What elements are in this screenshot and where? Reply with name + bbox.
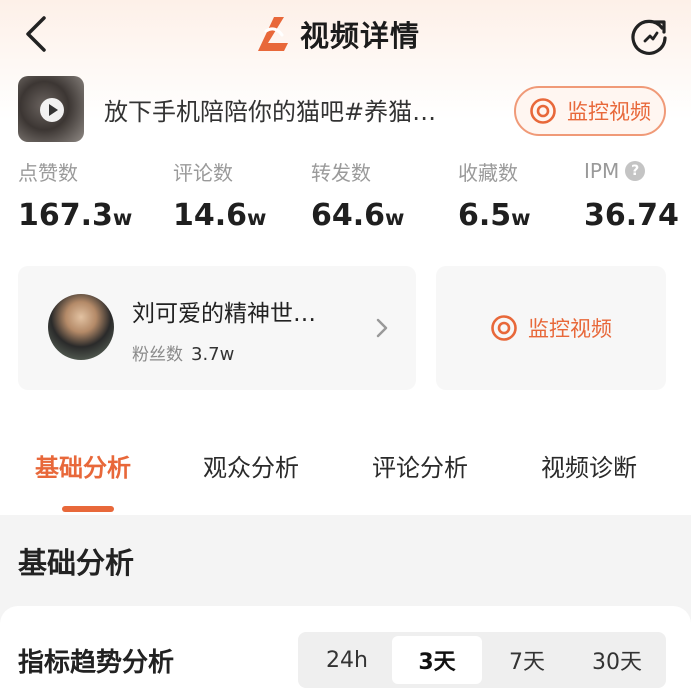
stat-value: 14.6w: [173, 198, 267, 233]
range-24h[interactable]: 24h: [302, 636, 392, 684]
author-monitor-label: 监控视频: [528, 317, 612, 341]
page-title: 视频详情: [300, 19, 421, 53]
stat-label: 收藏数: [458, 160, 518, 185]
author-monitor-button[interactable]: 监控视频: [436, 266, 666, 390]
top-background: [0, 0, 691, 515]
help-icon[interactable]: ?: [625, 161, 646, 181]
stat-label: 评论数: [173, 160, 233, 185]
stat-value: 36.74: [584, 198, 679, 233]
stat-favorites: 收藏数 6.5w: [458, 158, 531, 234]
stat-value: 64.6w: [311, 198, 405, 233]
stat-label: 点赞数: [18, 160, 78, 185]
stat-shares: 转发数 64.6w: [311, 158, 405, 234]
author-card[interactable]: 刘可爱的精神世… 粉丝数 3.7w: [18, 266, 416, 390]
stat-value: 6.5w: [458, 198, 531, 233]
range-30d[interactable]: 30天: [572, 636, 662, 684]
stat-label: 转发数: [311, 160, 371, 185]
target-icon: [491, 315, 517, 341]
video-thumbnail[interactable]: [18, 76, 84, 142]
tab-audience-analysis[interactable]: 观众分析: [203, 448, 299, 483]
stat-label: IPM ?: [584, 158, 679, 184]
app-logo-icon: [258, 17, 288, 51]
monitor-video-button[interactable]: 监控视频: [514, 86, 666, 136]
tab-basic-analysis[interactable]: 基础分析: [35, 448, 131, 483]
stat-ipm: IPM ? 36.74: [584, 158, 679, 233]
fans-count: 粉丝数 3.7w: [132, 344, 235, 365]
stat-likes: 点赞数 167.3w: [18, 158, 133, 234]
monitor-video-label: 监控视频: [567, 100, 651, 124]
header-brand: 视频详情: [254, 14, 420, 54]
video-title: 放下手机陪陪你的猫吧#养猫…: [104, 98, 437, 126]
chevron-right-icon: [376, 318, 388, 338]
refresh-icon[interactable]: [628, 14, 670, 56]
stat-comments: 评论数 14.6w: [173, 158, 267, 234]
range-3d[interactable]: 3天: [392, 636, 482, 684]
back-icon[interactable]: [20, 14, 54, 54]
tab-video-diagnosis[interactable]: 视频诊断: [541, 448, 637, 483]
trend-title: 指标趋势分析: [18, 648, 175, 678]
tab-comment-analysis[interactable]: 评论分析: [372, 448, 468, 483]
section-title: 基础分析: [18, 546, 135, 580]
author-name: 刘可爱的精神世…: [132, 301, 316, 327]
time-range-selector: 24h 3天 7天 30天: [298, 632, 666, 688]
play-icon: [40, 98, 64, 122]
target-icon: [530, 98, 556, 124]
tab-indicator: [62, 506, 114, 512]
range-7d[interactable]: 7天: [482, 636, 572, 684]
stat-value: 167.3w: [18, 198, 133, 233]
avatar: [48, 294, 114, 360]
